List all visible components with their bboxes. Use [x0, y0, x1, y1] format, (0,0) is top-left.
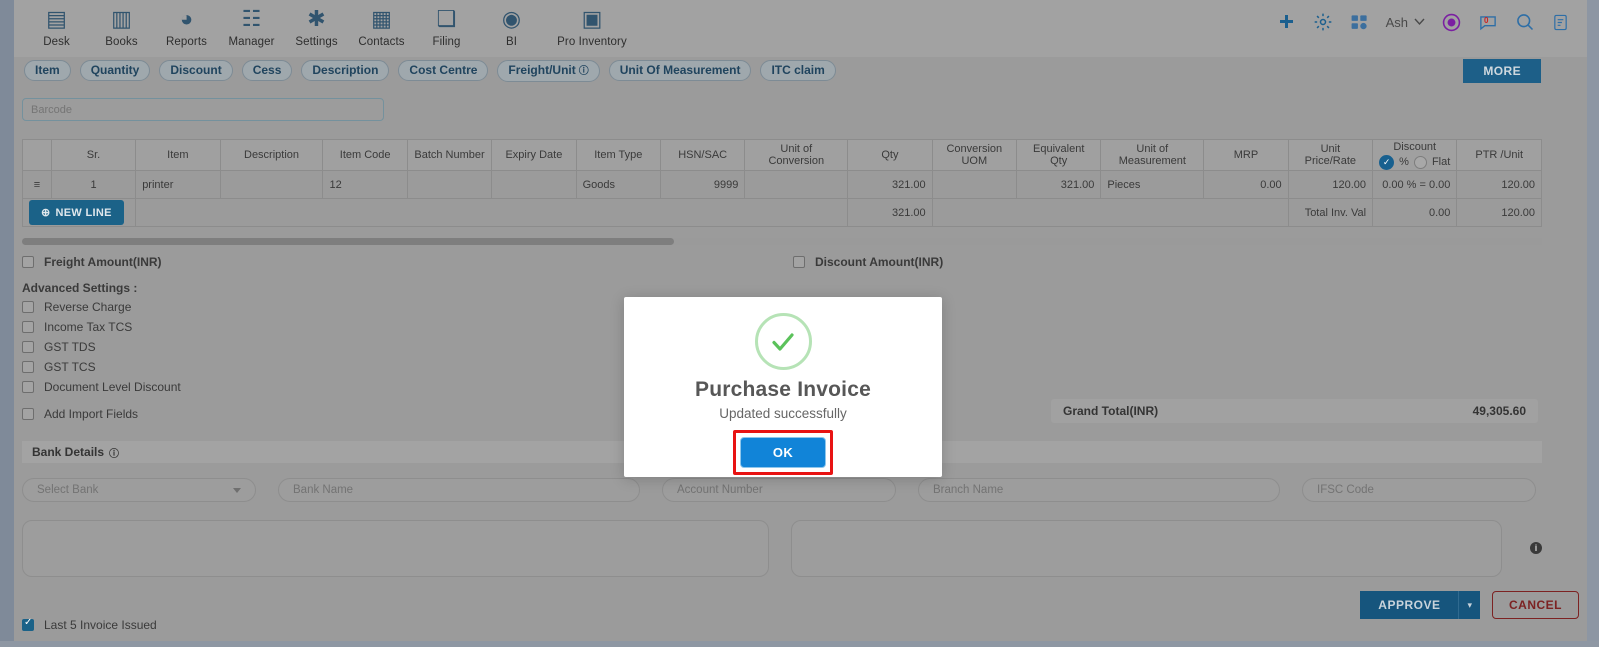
- success-modal: Purchase Invoice Updated successfully OK: [624, 297, 942, 477]
- app-root: ▤ Desk ▥ Books ◕ Reports ☷ Manager ✱ Settings ▦ Con…: [0, 0, 1599, 647]
- ok-button[interactable]: OK: [739, 437, 827, 468]
- modal-title: Purchase Invoice: [695, 378, 871, 401]
- modal-subtitle: Updated successfully: [719, 406, 847, 421]
- ok-button-highlight: OK: [732, 430, 834, 475]
- check-circle-icon: [754, 313, 812, 370]
